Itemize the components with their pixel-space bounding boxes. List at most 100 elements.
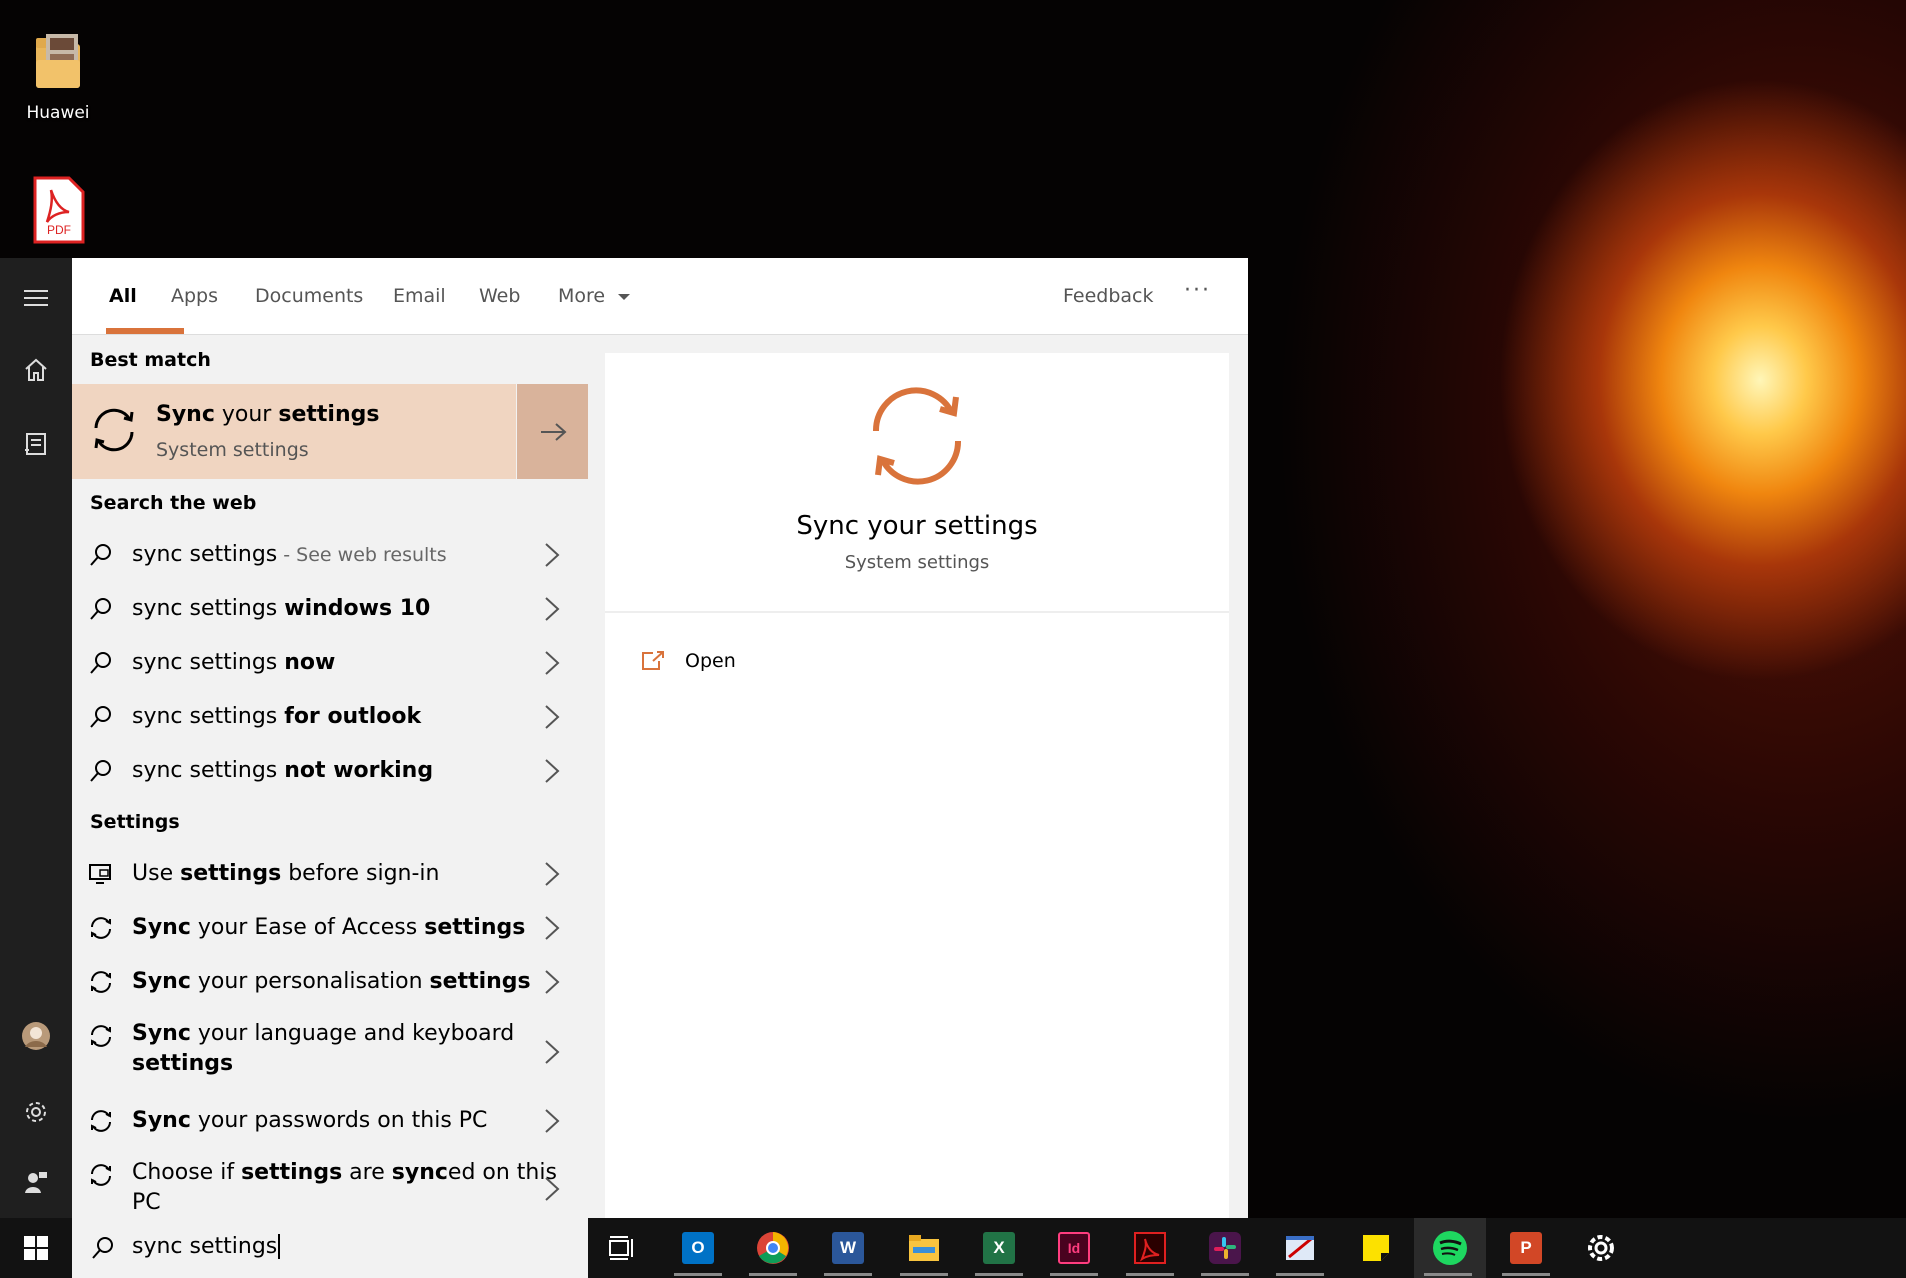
settings-button[interactable] xyxy=(0,1084,72,1140)
notebook-icon xyxy=(25,433,46,455)
best-match-item[interactable]: Sync your settings System settings xyxy=(72,384,516,479)
windows-logo-icon xyxy=(24,1236,48,1260)
tab-more[interactable]: More xyxy=(558,285,631,307)
tab-documents[interactable]: Documents xyxy=(255,285,363,307)
sync-icon xyxy=(91,971,111,993)
settings-result-label: Use settings before sign-in xyxy=(132,861,440,886)
sticky-notes-icon xyxy=(1363,1235,1389,1261)
settings-result-item[interactable]: Sync your language and keyboard settings xyxy=(72,1011,588,1095)
chevron-right-icon xyxy=(545,651,560,675)
slack-icon xyxy=(1209,1232,1241,1264)
search-icon xyxy=(90,760,111,782)
web-result-label: sync settings - See web results xyxy=(132,542,447,567)
web-result-label: sync settings now xyxy=(132,650,336,675)
taskbar-excel[interactable]: X xyxy=(969,1218,1029,1278)
person-feedback-icon xyxy=(25,1172,47,1193)
web-result-item[interactable]: sync settings windows 10 xyxy=(72,584,588,634)
chevron-right-icon xyxy=(545,1177,560,1201)
open-action[interactable]: Open xyxy=(639,643,736,679)
taskbar-word[interactable]: W xyxy=(818,1218,878,1278)
taskbar-indesign[interactable]: Id xyxy=(1044,1218,1104,1278)
tab-apps[interactable]: Apps xyxy=(171,285,218,307)
web-result-item[interactable]: sync settings not working xyxy=(72,746,588,796)
chevron-right-icon xyxy=(545,1109,560,1133)
taskbar-powerpoint[interactable]: P xyxy=(1496,1218,1556,1278)
web-result-label: sync settings for outlook xyxy=(132,704,422,729)
monitor-settings-icon xyxy=(89,864,111,884)
settings-icon xyxy=(1588,1235,1614,1261)
avatar-icon xyxy=(22,1022,50,1050)
preview-pane: Sync your settings System settings Open xyxy=(605,353,1229,1218)
best-match-expand-button[interactable] xyxy=(517,384,588,479)
search-icon xyxy=(90,598,111,620)
search-icon xyxy=(90,652,111,674)
taskbar-acrobat[interactable] xyxy=(1120,1218,1180,1278)
sync-large-icon xyxy=(872,387,962,485)
best-match-title: Sync your settings xyxy=(156,402,380,427)
powerpoint-icon: P xyxy=(1510,1232,1542,1264)
settings-result-item[interactable]: Choose if settings are synced on this PC xyxy=(72,1150,588,1218)
results-list: Best match Sync your settings System set… xyxy=(72,335,588,1218)
sync-icon xyxy=(91,1164,111,1186)
chevron-right-icon xyxy=(545,597,560,621)
taskbar-settings[interactable] xyxy=(1571,1218,1631,1278)
open-external-icon xyxy=(642,651,664,670)
search-tabs-bar: All Apps Documents Email Web More Feedba… xyxy=(72,258,1248,335)
chrome-icon xyxy=(757,1232,789,1264)
web-result-item[interactable]: sync settings - See web results xyxy=(72,530,588,580)
preview-title: Sync your settings xyxy=(796,511,1038,541)
search-input[interactable]: sync settings xyxy=(132,1234,281,1259)
home-button[interactable] xyxy=(0,342,72,398)
taskbar-chrome[interactable] xyxy=(743,1218,803,1278)
section-best-match: Best match xyxy=(90,349,211,371)
web-result-item[interactable]: sync settings now xyxy=(72,638,588,688)
sync-icon xyxy=(91,1025,111,1047)
start-button[interactable] xyxy=(0,1218,72,1278)
preview-divider xyxy=(605,611,1229,613)
start-left-rail xyxy=(0,258,72,1218)
acrobat-icon xyxy=(1134,1232,1166,1264)
search-box[interactable]: sync settings xyxy=(72,1218,588,1278)
task-view-icon xyxy=(609,1236,633,1260)
web-result-item[interactable]: sync settings for outlook xyxy=(72,692,588,742)
snipping-tool-icon xyxy=(1286,1236,1314,1260)
taskbar-snipping-tool[interactable] xyxy=(1270,1218,1330,1278)
tab-all[interactable]: All xyxy=(109,285,137,307)
chevron-right-icon xyxy=(545,862,560,886)
settings-result-label: Sync your Ease of Access settings xyxy=(132,915,526,940)
feedback-hub-button[interactable] xyxy=(0,1154,72,1210)
settings-result-item[interactable]: Sync your passwords on this PC xyxy=(72,1096,588,1146)
sync-icon xyxy=(94,408,134,452)
desktop-icon-pdf[interactable]: PDF xyxy=(8,176,108,251)
chevron-right-icon xyxy=(545,543,560,567)
settings-result-item[interactable]: Sync your personalisation settings xyxy=(72,957,588,1007)
settings-result-item[interactable]: Use settings before sign-in xyxy=(72,849,588,899)
taskbar-spotify[interactable] xyxy=(1414,1218,1486,1278)
best-match-subtitle: System settings xyxy=(156,439,309,461)
account-button[interactable] xyxy=(0,1008,72,1064)
open-action-label: Open xyxy=(685,650,736,672)
notebook-button[interactable] xyxy=(0,416,72,472)
taskbar-slack[interactable] xyxy=(1195,1218,1255,1278)
taskbar-sticky-notes[interactable] xyxy=(1346,1218,1406,1278)
spotify-icon xyxy=(1433,1231,1467,1265)
file-explorer-icon xyxy=(909,1235,939,1261)
tab-web[interactable]: Web xyxy=(479,285,520,307)
taskbar-task-view[interactable] xyxy=(592,1218,652,1278)
chevron-right-icon xyxy=(545,1040,560,1064)
hamburger-menu-button[interactable] xyxy=(0,270,72,326)
svg-text:PDF: PDF xyxy=(47,223,71,237)
taskbar-outlook[interactable]: O xyxy=(668,1218,728,1278)
arrow-right-icon xyxy=(540,422,567,441)
tab-email[interactable]: Email xyxy=(393,285,446,307)
web-result-label: sync settings not working xyxy=(132,758,434,783)
indesign-icon: Id xyxy=(1058,1232,1090,1264)
desktop-icon-huawei[interactable]: Huawei xyxy=(8,30,108,123)
taskbar-file-explorer[interactable] xyxy=(894,1218,954,1278)
gear-icon xyxy=(26,1102,46,1122)
more-options-button[interactable]: ··· xyxy=(1184,278,1211,303)
feedback-link[interactable]: Feedback xyxy=(1063,285,1153,307)
tab-more-label: More xyxy=(558,285,606,307)
settings-result-item[interactable]: Sync your Ease of Access settings xyxy=(72,903,588,953)
pdf-file-icon: PDF xyxy=(33,176,85,244)
